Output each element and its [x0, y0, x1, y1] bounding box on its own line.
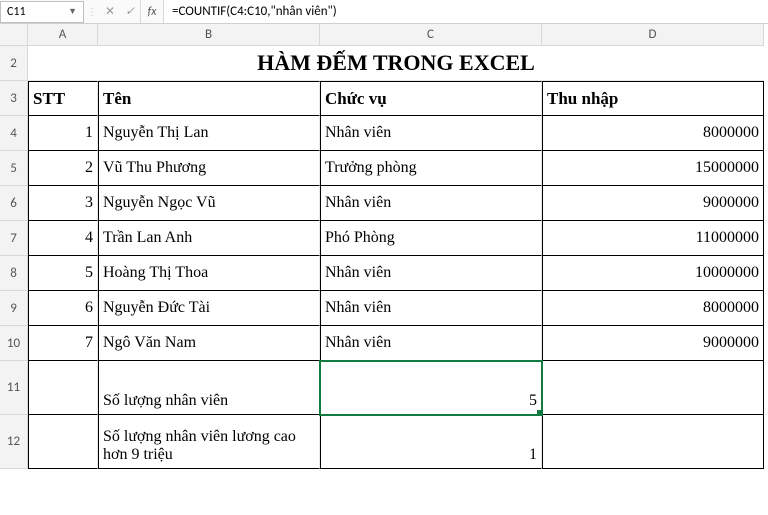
row-header[interactable]: 11 — [0, 361, 28, 415]
summary-label-2[interactable]: Số lượng nhân viên lương cao hơn 9 triệu — [98, 415, 320, 469]
column-header-c[interactable]: C — [320, 24, 542, 46]
row-header[interactable]: 2 — [0, 46, 28, 81]
cell-thunhap[interactable]: 9000000 — [542, 186, 764, 221]
column-header-b[interactable]: B — [98, 24, 320, 46]
formula-bar: C11 ▼ ⋮ ✕ ✓ fx =COUNTIF(C4:C10,"nhân viê… — [0, 0, 768, 24]
formula-input[interactable]: =COUNTIF(C4:C10,"nhân viên") — [164, 0, 768, 23]
cell-thunhap[interactable]: 10000000 — [542, 256, 764, 291]
row-header[interactable]: 7 — [0, 221, 28, 256]
row-header[interactable]: 12 — [0, 415, 28, 469]
cell-chucvu[interactable]: Trưởng phòng — [320, 151, 542, 186]
column-header-a[interactable]: A — [28, 24, 98, 46]
header-thunhap[interactable]: Thu nhập — [542, 81, 764, 116]
cell-reference: C11 — [7, 5, 26, 19]
chevron-down-icon[interactable]: ▼ — [68, 6, 77, 17]
row-header[interactable]: 6 — [0, 186, 28, 221]
cell-stt[interactable]: 1 — [28, 116, 98, 151]
cell-ten[interactable]: Vũ Thu Phương — [98, 151, 320, 186]
cell-thunhap[interactable]: 15000000 — [542, 151, 764, 186]
cell-thunhap[interactable]: 9000000 — [542, 326, 764, 361]
cell-ten[interactable]: Trần Lan Anh — [98, 221, 320, 256]
check-icon[interactable]: ✓ — [120, 4, 140, 19]
cancel-icon[interactable]: ✕ — [100, 4, 120, 19]
cell-stt[interactable]: 5 — [28, 256, 98, 291]
cell-ten[interactable]: Hoàng Thị Thoa — [98, 256, 320, 291]
cell-stt[interactable]: 4 — [28, 221, 98, 256]
row-header[interactable]: 10 — [0, 326, 28, 361]
spreadsheet-grid: A B C D 2 HÀM ĐẾM TRONG EXCEL 3 STT Tên … — [0, 24, 768, 469]
summary-value-2[interactable]: 1 — [320, 415, 542, 469]
cell-chucvu[interactable]: Nhân viên — [320, 291, 542, 326]
header-ten[interactable]: Tên — [98, 81, 320, 116]
summary-value-1[interactable]: 5 — [320, 361, 542, 415]
separator: ⋮ — [84, 5, 100, 18]
header-chucvu[interactable]: Chức vụ — [320, 81, 542, 116]
row-header[interactable]: 4 — [0, 116, 28, 151]
cell-stt[interactable]: 2 — [28, 151, 98, 186]
fx-icon[interactable]: fx — [140, 0, 164, 23]
cell-ten[interactable]: Nguyễn Thị Lan — [98, 116, 320, 151]
cell-a12[interactable] — [28, 415, 98, 469]
cell-ten[interactable]: Ngô Văn Nam — [98, 326, 320, 361]
cell-stt[interactable]: 6 — [28, 291, 98, 326]
cell-chucvu[interactable]: Nhân viên — [320, 116, 542, 151]
cell-chucvu[interactable]: Nhân viên — [320, 256, 542, 291]
name-box[interactable]: C11 ▼ — [0, 1, 84, 23]
summary-label-1[interactable]: Số lượng nhân viên — [98, 361, 320, 415]
column-header-d[interactable]: D — [542, 24, 764, 46]
cell-chucvu[interactable]: Phó Phòng — [320, 221, 542, 256]
row-header[interactable]: 5 — [0, 151, 28, 186]
cell-a11[interactable] — [28, 361, 98, 415]
row-header[interactable]: 3 — [0, 81, 28, 116]
header-stt[interactable]: STT — [28, 81, 98, 116]
title-cell[interactable]: HÀM ĐẾM TRONG EXCEL — [28, 46, 764, 81]
row-header[interactable]: 9 — [0, 291, 28, 326]
cell-thunhap[interactable]: 8000000 — [542, 116, 764, 151]
cell-stt[interactable]: 3 — [28, 186, 98, 221]
select-all-corner[interactable] — [0, 24, 28, 46]
cell-d11[interactable] — [542, 361, 764, 415]
cell-ten[interactable]: Nguyễn Đức Tài — [98, 291, 320, 326]
row-header[interactable]: 8 — [0, 256, 28, 291]
cell-chucvu[interactable]: Nhân viên — [320, 326, 542, 361]
cell-thunhap[interactable]: 11000000 — [542, 221, 764, 256]
cell-chucvu[interactable]: Nhân viên — [320, 186, 542, 221]
cell-d12[interactable] — [542, 415, 764, 469]
cell-ten[interactable]: Nguyễn Ngọc Vũ — [98, 186, 320, 221]
cell-thunhap[interactable]: 8000000 — [542, 291, 764, 326]
cell-stt[interactable]: 7 — [28, 326, 98, 361]
